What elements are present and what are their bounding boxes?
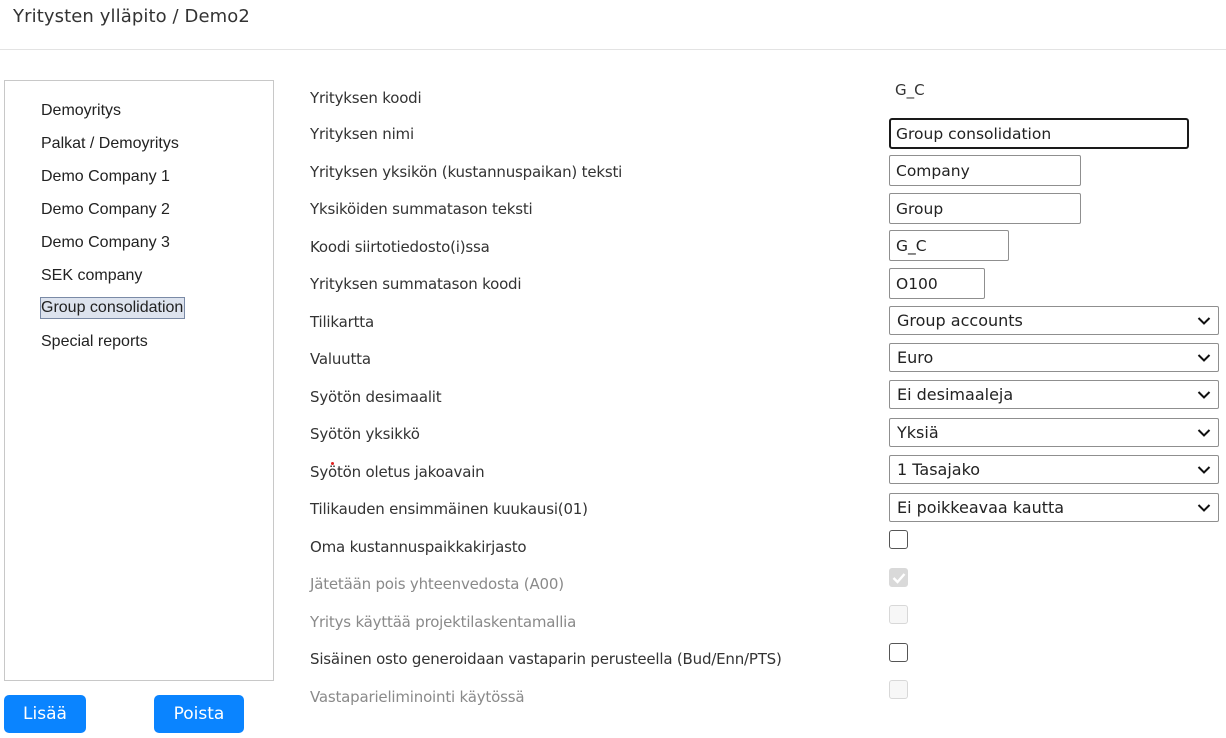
- transfer-code-label: Koodi siirtotiedosto(i)ssa: [310, 238, 490, 256]
- input-decimals-value: Ei desimaaleja: [897, 385, 1014, 404]
- input-decimals-label: Syötön desimaalit: [310, 388, 442, 406]
- chart-of-accounts-value: Group accounts: [897, 311, 1023, 330]
- company-name-input[interactable]: [889, 118, 1189, 149]
- header-divider: [0, 49, 1226, 50]
- counterpart-elimination-checkbox: [889, 680, 908, 699]
- default-allocation-key-label: Syötön oletus jakoavain: [310, 463, 485, 481]
- input-unit-label: Syötön yksikkö: [310, 425, 420, 443]
- transfer-code-input[interactable]: [889, 230, 1009, 261]
- internal-purchase-label: Sisäinen osto generoidaan vastaparin per…: [310, 650, 782, 668]
- add-company-button[interactable]: Lisää: [4, 695, 86, 733]
- company-item-demo-company-2[interactable]: Demo Company 2: [40, 199, 171, 221]
- company-item-demo-company-3[interactable]: Demo Company 3: [40, 232, 171, 254]
- own-cost-center-library-label: Oma kustannuspaikkakirjasto: [310, 538, 527, 556]
- company-code-label: Yrityksen koodi: [310, 89, 422, 107]
- delete-company-button[interactable]: Poista: [154, 695, 244, 733]
- first-month-label: Tilikauden ensimmäinen kuukausi(01): [310, 500, 588, 518]
- sum-level-code-input[interactable]: [889, 268, 985, 299]
- internal-purchase-checkbox[interactable]: [889, 643, 908, 662]
- company-item-palkat-demoyritys[interactable]: Palkat / Demoyritys: [40, 133, 180, 155]
- unit-text-label: Yrityksen yksikön (kustannuspaikan) teks…: [310, 163, 623, 181]
- own-cost-center-library-checkbox[interactable]: [889, 530, 908, 549]
- sum-level-text-label: Yksiköiden summatason teksti: [310, 200, 533, 218]
- chevron-down-icon: [1197, 391, 1211, 399]
- checkmark-icon: [892, 573, 906, 584]
- company-item-demoyritys[interactable]: Demoyritys: [40, 100, 122, 122]
- uses-project-model-checkbox: [889, 605, 908, 624]
- company-item-group-consolidation[interactable]: Group consolidation: [40, 297, 186, 319]
- page-title: Yritysten ylläpito / Demo2: [13, 6, 250, 27]
- default-allocation-key-select[interactable]: 1 Tasajako: [889, 455, 1219, 484]
- chevron-down-icon: [1197, 429, 1211, 437]
- first-month-select[interactable]: Ei poikkeavaa kautta: [889, 493, 1219, 522]
- company-code-value: G_C: [895, 81, 925, 99]
- exclude-from-summary-checkbox: [889, 568, 908, 587]
- company-item-special-reports[interactable]: Special reports: [40, 331, 149, 353]
- exclude-from-summary-label: Jätetään pois yhteenvedosta (A00): [310, 575, 564, 593]
- input-unit-value: Yksiä: [897, 423, 939, 442]
- chevron-down-icon: [1197, 466, 1211, 474]
- currency-value: Euro: [897, 348, 934, 367]
- sum-level-text-input[interactable]: [889, 193, 1081, 224]
- company-item-demo-company-1[interactable]: Demo Company 1: [40, 166, 171, 188]
- uses-project-model-label: Yritys käyttää projektilaskentamallia: [310, 613, 577, 631]
- currency-label: Valuutta: [310, 350, 371, 368]
- company-name-label: Yrityksen nimi: [310, 125, 414, 143]
- default-allocation-key-value: 1 Tasajako: [897, 460, 981, 479]
- company-list[interactable]: Demoyritys Palkat / Demoyritys Demo Comp…: [4, 80, 274, 681]
- sum-level-code-label: Yrityksen summatason koodi: [310, 275, 522, 293]
- first-month-value: Ei poikkeavaa kautta: [897, 498, 1065, 517]
- input-decimals-select[interactable]: Ei desimaaleja: [889, 380, 1219, 409]
- chart-of-accounts-label: Tilikartta: [310, 313, 374, 331]
- input-unit-select[interactable]: Yksiä: [889, 418, 1219, 447]
- chevron-down-icon: [1197, 317, 1211, 325]
- unit-text-input[interactable]: [889, 155, 1081, 186]
- company-item-sek-company[interactable]: SEK company: [40, 265, 143, 287]
- chevron-down-icon: [1197, 354, 1211, 362]
- currency-select[interactable]: Euro: [889, 343, 1219, 372]
- counterpart-elimination-label: Vastaparieliminointi käytössä: [310, 688, 525, 706]
- chevron-down-icon: [1197, 504, 1211, 512]
- marker-dot: [331, 462, 334, 465]
- chart-of-accounts-select[interactable]: Group accounts: [889, 306, 1219, 335]
